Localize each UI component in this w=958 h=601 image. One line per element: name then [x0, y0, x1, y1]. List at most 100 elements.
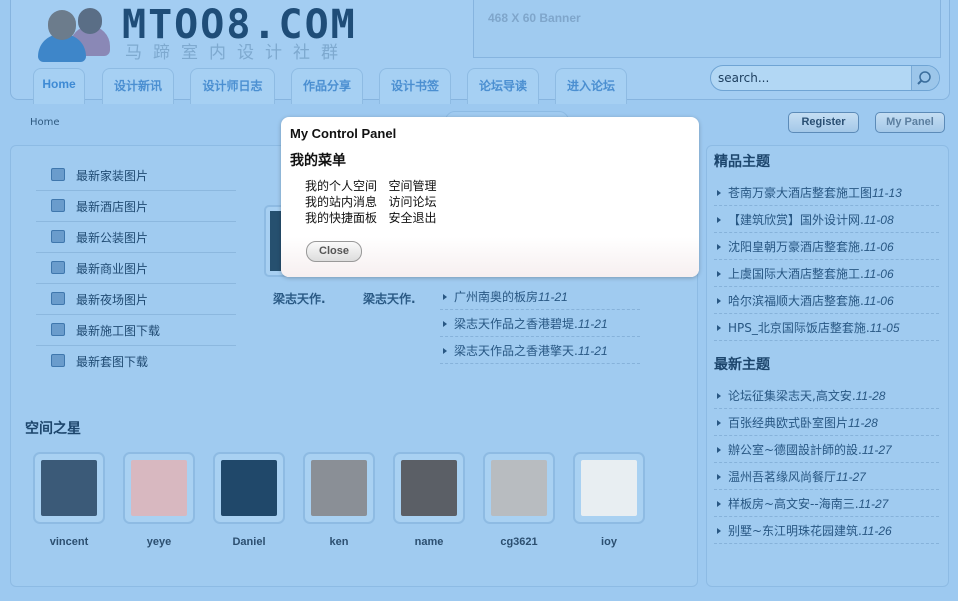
menu-home-pics[interactable]: 最新家装图片	[36, 160, 236, 191]
menu-label: 最新施工图下载	[76, 324, 161, 338]
menu-office-pics[interactable]: 最新公装图片	[36, 222, 236, 253]
menu-commercial-pics[interactable]: 最新商业图片	[36, 253, 236, 284]
featured-title: 精品主题	[714, 154, 770, 170]
link-space-manage[interactable]: 空间管理	[388, 179, 436, 193]
topic-title: 上虞国际大酒店整套施工.	[728, 267, 864, 281]
link-logout[interactable]: 安全退出	[388, 211, 436, 225]
user-name[interactable]: ken	[303, 536, 375, 548]
topic-title: 别墅~东江明珠花园建筑.	[728, 524, 862, 538]
close-button[interactable]: Close	[306, 241, 362, 262]
topic-date: 11-28	[848, 416, 878, 430]
modal-subtitle: 我的菜单	[290, 153, 346, 169]
user-avatar[interactable]	[573, 452, 645, 524]
user-avatar[interactable]	[123, 452, 195, 524]
list-item[interactable]: 梁志天作品之香港擎天.11-21	[440, 337, 640, 364]
tab-design-news[interactable]: 设计新讯	[102, 68, 174, 104]
topic-title: 哈尔滨福顺大酒店整套施.	[728, 294, 864, 308]
menu-label: 最新套图下载	[76, 355, 149, 369]
topic-date: 11-27	[836, 470, 866, 484]
tab-forum-guide[interactable]: 论坛导读	[467, 68, 539, 104]
link-personal-space[interactable]: 我的个人空间	[305, 179, 377, 193]
topic-date: 11-26	[861, 524, 892, 538]
thumb-caption[interactable]: 梁志天作.	[273, 290, 326, 307]
modal-title: My Control Panel	[290, 126, 397, 141]
topic-title: 论坛征集梁志天,高文安.	[728, 389, 856, 403]
latest-title: 最新主题	[714, 357, 770, 373]
register-button[interactable]: Register	[788, 112, 859, 133]
search-input[interactable]: search...	[710, 65, 940, 91]
tab-designer-blog[interactable]: 设计师日志	[190, 68, 275, 104]
topic-item[interactable]: 辦公室~德國設計師的設.11-27	[714, 436, 939, 463]
topic-date: 11-13	[872, 186, 902, 200]
topic-item[interactable]: 上虞国际大酒店整套施工.11-06	[714, 260, 939, 287]
user-name[interactable]: cg3621	[483, 536, 555, 548]
tab-enter-forum[interactable]: 进入论坛	[555, 68, 627, 104]
link-visit-forum[interactable]: 访问论坛	[388, 195, 436, 209]
topic-item[interactable]: 【建筑欣赏】国外设计网.11-08	[714, 206, 939, 233]
user-name[interactable]: yeye	[123, 536, 195, 548]
menu-label: 最新酒店图片	[76, 200, 149, 214]
modal-links: 我的个人空间 空间管理 我的站内消息 访问论坛 我的快捷面板 安全退出	[305, 178, 436, 226]
topic-item[interactable]: HPS_北京国际饭店整套施.11-05	[714, 314, 939, 341]
item-date: 11-21	[577, 317, 608, 331]
item-title: 广州南奥的板房	[454, 290, 539, 304]
globe-icon	[51, 199, 65, 212]
item-date: 11-21	[538, 290, 568, 304]
user-name[interactable]: name	[393, 536, 465, 548]
link-quick-panel[interactable]: 我的快捷面板	[305, 211, 377, 225]
menu-label: 最新商业图片	[76, 262, 149, 276]
menu-nightclub-pics[interactable]: 最新夜场图片	[36, 284, 236, 315]
search-icon	[917, 71, 931, 85]
tab-works[interactable]: 作品分享	[291, 68, 363, 104]
menu-construction-download[interactable]: 最新施工图下载	[36, 315, 236, 346]
banner[interactable]: 468 X 60 Banner	[473, 0, 941, 58]
control-panel-modal: My Control Panel 我的菜单 我的个人空间 空间管理 我的站内消息…	[281, 117, 699, 277]
topic-item[interactable]: 论坛征集梁志天,高文安.11-28	[714, 382, 939, 409]
user-avatar[interactable]	[303, 452, 375, 524]
topic-item[interactable]: 苍南万豪大酒店整套施工图11-13	[714, 179, 939, 206]
topic-title: 沈阳皇朝万豪酒店整套施.	[728, 240, 864, 254]
topic-title: 【建筑欣赏】国外设计网.	[728, 213, 864, 227]
breadcrumb[interactable]: Home	[30, 117, 60, 128]
topic-item[interactable]: 沈阳皇朝万豪酒店整套施.11-06	[714, 233, 939, 260]
my-panel-button[interactable]: My Panel	[875, 112, 945, 133]
menu-set-download[interactable]: 最新套图下载	[36, 346, 236, 377]
topic-item[interactable]: 样板房~高文安--海南三.11-27	[714, 490, 939, 517]
tab-bookmarks[interactable]: 设计书签	[379, 68, 451, 104]
document-icon	[51, 323, 65, 336]
search-button[interactable]	[911, 66, 939, 90]
user-name[interactable]: vincent	[33, 536, 105, 548]
topic-item[interactable]: 哈尔滨福顺大酒店整套施.11-06	[714, 287, 939, 314]
item-title: 梁志天作品之香港碧堤.	[454, 317, 578, 331]
lock-icon	[51, 292, 65, 305]
list-item[interactable]: 梁志天作品之香港碧堤.11-21	[440, 310, 640, 337]
topic-item[interactable]: 别墅~东江明珠花园建筑.11-26	[714, 517, 939, 544]
topic-item[interactable]: 百张经典欧式卧室图片11-28	[714, 409, 939, 436]
topic-date: 11-06	[863, 240, 894, 254]
user-avatar[interactable]	[33, 452, 105, 524]
thumb-caption[interactable]: 梁志天作.	[363, 290, 416, 307]
menu-hotel-pics[interactable]: 最新酒店图片	[36, 191, 236, 222]
topic-title: 温州吾茗缘风尚餐厅	[728, 470, 837, 484]
link-messages[interactable]: 我的站内消息	[305, 195, 377, 209]
topic-date: 11-05	[869, 321, 900, 335]
search-placeholder: search...	[718, 71, 770, 85]
tab-home[interactable]: Home	[33, 68, 85, 104]
logo-subtitle: 马蹄室内设计社群	[125, 43, 349, 63]
image-icon	[51, 230, 65, 243]
user-name[interactable]: Daniel	[213, 536, 285, 548]
list-item[interactable]: 广州南奥的板房11-21	[440, 283, 640, 310]
item-date: 11-21	[577, 344, 608, 358]
topic-date: 11-27	[861, 443, 892, 457]
user-avatar[interactable]	[393, 452, 465, 524]
user-name[interactable]: ioy	[573, 536, 645, 548]
topic-title: 样板房~高文安--海南三.	[728, 497, 859, 511]
topic-item[interactable]: 温州吾茗缘风尚餐厅11-27	[714, 463, 939, 490]
topic-title: 辦公室~德國設計師的設.	[728, 443, 862, 457]
topic-date: 11-08	[863, 213, 894, 227]
item-title: 梁志天作品之香港擎天.	[454, 344, 578, 358]
user-avatar[interactable]	[213, 452, 285, 524]
user-icon	[51, 354, 65, 367]
user-avatar[interactable]	[483, 452, 555, 524]
image-icon	[51, 168, 65, 181]
